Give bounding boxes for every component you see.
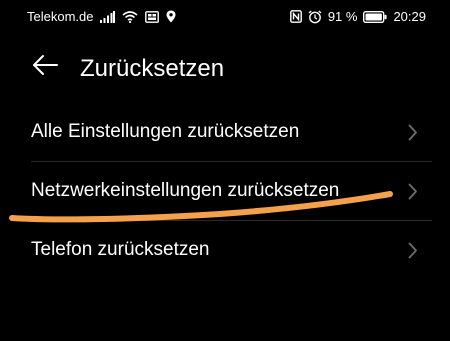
status-bar-right: 91 % 20:29 (289, 9, 426, 24)
chevron-right-icon (408, 183, 418, 200)
alarm-icon (308, 9, 322, 24)
list-item-reset-all-settings[interactable]: Alle Einstellungen zurücksetzen (0, 103, 450, 162)
location-icon (166, 10, 176, 24)
signal-icon (100, 10, 116, 24)
battery-icon (363, 10, 388, 24)
list-item-label: Netzwerkeinstellungen zurücksetzen (31, 180, 340, 201)
title-bar: Zurücksetzen (0, 46, 450, 90)
carrier-label: Telekom.de (27, 9, 94, 24)
clock: 20:29 (393, 9, 426, 24)
chevron-right-icon (408, 242, 418, 259)
battery-percent: 91 % (327, 9, 358, 24)
list-item-label: Telefon zurücksetzen (31, 239, 210, 260)
list-item-label: Alle Einstellungen zurücksetzen (31, 121, 300, 142)
wifi-icon (122, 10, 139, 24)
settings-list: Alle Einstellungen zurücksetzen Netzwerk… (0, 103, 450, 280)
arrow-left-icon (31, 53, 59, 82)
chevron-right-icon (408, 124, 418, 141)
list-item-reset-network-settings[interactable]: Netzwerkeinstellungen zurücksetzen (0, 162, 450, 221)
list-item-reset-phone[interactable]: Telefon zurücksetzen (0, 221, 450, 280)
screen-cast-icon (145, 10, 160, 24)
nfc-icon (289, 10, 302, 24)
back-button[interactable] (28, 52, 62, 82)
status-bar: Telekom.de 91 % 20:29 (0, 0, 450, 32)
status-bar-left: Telekom.de (27, 9, 176, 24)
page-title: Zurücksetzen (80, 55, 225, 82)
settings-screen: Telekom.de 91 % 20:29 Zurücksetzen Alle … (0, 0, 450, 341)
